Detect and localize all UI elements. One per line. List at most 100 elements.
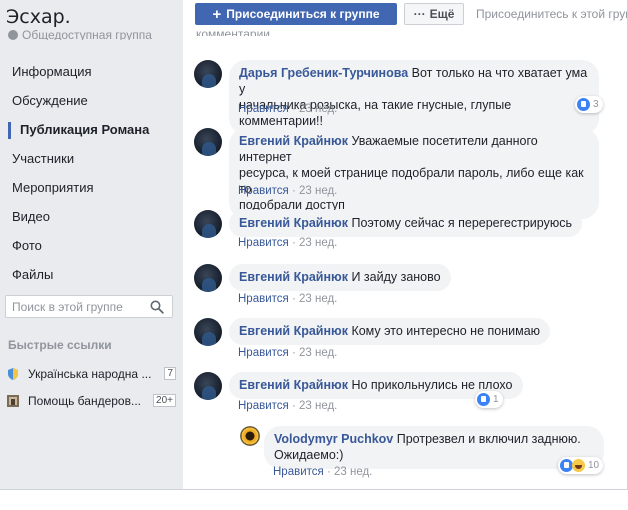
- quick-link-count: 7: [164, 367, 176, 380]
- avatar[interactable]: [194, 372, 222, 400]
- comment-time[interactable]: 23 нед.: [299, 237, 337, 249]
- reaction-number: 3: [593, 99, 599, 110]
- nav-item-label: Обсуждение: [12, 93, 88, 108]
- nav-item-photos[interactable]: Фото: [0, 234, 183, 262]
- comment-meta: Нравится · 23 нед.: [238, 237, 338, 249]
- nav-item-files[interactable]: Файлы: [0, 263, 183, 291]
- comment-meta: Нравится · 23 нед.: [238, 103, 338, 115]
- group-title[interactable]: Эсхар.: [6, 6, 71, 28]
- like-reaction-icon: [577, 98, 590, 111]
- truncated-text: комментарии: [196, 27, 270, 36]
- nav-item-label: Мероприятия: [12, 180, 94, 195]
- more-label: Ещё: [429, 7, 455, 21]
- comment-meta: Нравится · 23 нед.: [238, 347, 338, 359]
- avatar[interactable]: [194, 318, 222, 346]
- like-link[interactable]: Нравится: [238, 185, 289, 197]
- comment-time[interactable]: 23 нед.: [299, 293, 337, 305]
- comment-author[interactable]: Евгений Крайнюк: [239, 134, 348, 148]
- comment-time[interactable]: 23 нед.: [299, 103, 337, 115]
- comment-bubble: Евгений Крайнюк Кому это интересно не по…: [229, 318, 551, 345]
- comment-author[interactable]: Евгений Крайнюк: [239, 378, 348, 392]
- join-group-label: Присоединиться к группе: [226, 7, 380, 21]
- nav-item-info[interactable]: Информация: [0, 60, 183, 88]
- comment-text: Ожидаемо:): [274, 448, 344, 462]
- like-link[interactable]: Нравится: [273, 466, 324, 478]
- avatar[interactable]: [194, 210, 222, 238]
- comment-text: Поэтому сейчас я перерегестрируюсь: [351, 216, 572, 230]
- more-dots-icon: ···: [413, 7, 426, 21]
- nav-item-discussion[interactable]: Обсуждение: [0, 89, 183, 117]
- comment-text: Но прикольнулись не плохо: [351, 378, 513, 392]
- reaction-number: 1: [493, 394, 499, 405]
- comment-author[interactable]: Евгений Крайнюк: [239, 270, 348, 284]
- comment-text: Протрезвел и включил заднюю.: [396, 432, 581, 446]
- like-link[interactable]: Нравится: [238, 293, 289, 305]
- reaction-count[interactable]: 1: [475, 391, 503, 408]
- comment-time[interactable]: 23 нед.: [334, 466, 372, 478]
- active-indicator: [8, 122, 11, 139]
- group-nav: Информация Обсуждение Публикация Романа …: [0, 60, 183, 292]
- nav-item-label: Видео: [12, 209, 50, 224]
- comment-text: И зайду заново: [351, 270, 441, 284]
- reaction-count[interactable]: 10: [558, 457, 604, 474]
- quick-link-label: Українська народна ...: [28, 366, 152, 381]
- group-shield-icon: [8, 367, 18, 380]
- comment-bubble: Евгений Крайнюк Уважаемые посетители дан…: [229, 128, 599, 219]
- comment-author[interactable]: Дарья Гребеник-Турчинова: [239, 66, 408, 80]
- like-link[interactable]: Нравится: [238, 400, 289, 412]
- globe-icon: [8, 30, 18, 40]
- nav-item-members[interactable]: Участники: [0, 147, 183, 175]
- nav-item-video[interactable]: Видео: [0, 205, 183, 233]
- comment-text: Кому это интересно не понимаю: [351, 324, 541, 338]
- avatar[interactable]: [240, 426, 260, 446]
- reaction-count[interactable]: 3: [575, 96, 603, 113]
- more-button[interactable]: ··· Ещё: [404, 3, 464, 25]
- nav-item-events[interactable]: Мероприятия: [0, 176, 183, 204]
- like-link[interactable]: Нравится: [238, 237, 289, 249]
- comment-meta: Нравится · 23 нед.: [238, 293, 338, 305]
- nav-item-label: Публикация Романа: [20, 122, 150, 137]
- comment-meta: Нравится · 23 нед.: [238, 185, 338, 197]
- quick-link-item[interactable]: Українська народна ... 7: [6, 360, 176, 387]
- comment-meta: Нравится · 23 нед.: [238, 400, 338, 412]
- quick-link-item[interactable]: Помощь бандеров... 20+: [6, 387, 176, 414]
- avatar[interactable]: [194, 264, 222, 292]
- quick-link-count: 20+: [153, 394, 176, 407]
- avatar[interactable]: [194, 128, 222, 156]
- left-sidebar: Эсхар. Общедоступная группа Информация О…: [0, 0, 183, 489]
- search-icon[interactable]: [150, 300, 164, 314]
- nav-item-label: Участники: [12, 151, 75, 166]
- haha-reaction-icon: [572, 459, 585, 472]
- comment-time[interactable]: 23 нед.: [299, 400, 337, 412]
- nav-item-label: Информация: [12, 64, 92, 79]
- join-hint-text: Присоединитесь к этой группе: [476, 7, 627, 21]
- comment-bubble: Евгений Крайнюк И зайду заново: [229, 264, 451, 291]
- quick-links-list: Українська народна ... 7 Помощь бандеров…: [6, 360, 176, 414]
- like-link[interactable]: Нравится: [238, 347, 289, 359]
- comment-author[interactable]: Евгений Крайнюк: [239, 324, 348, 338]
- group-photo-icon: [7, 394, 19, 407]
- comment-author[interactable]: Евгений Крайнюк: [239, 216, 348, 230]
- nav-item-label: Фото: [12, 238, 42, 253]
- like-link[interactable]: Нравится: [238, 103, 289, 115]
- comment-bubble: Volodymyr Puchkov Протрезвел и включил з…: [264, 426, 604, 469]
- avatar[interactable]: [194, 60, 222, 88]
- page-frame: Эсхар. Общедоступная группа Информация О…: [0, 0, 628, 490]
- comment-time[interactable]: 23 нед.: [299, 347, 337, 359]
- group-search: [5, 295, 173, 318]
- nav-item-roman-publication[interactable]: Публикация Романа: [0, 118, 183, 146]
- comment-time[interactable]: 23 нед.: [299, 185, 337, 197]
- quick-link-label: Помощь бандеров...: [28, 393, 141, 408]
- comment-meta: Нравится · 23 нед.: [273, 466, 373, 478]
- comment-bubble: Евгений Крайнюк Поэтому сейчас я перерег…: [229, 210, 582, 237]
- group-type-text: Общедоступная группа: [22, 30, 152, 40]
- nav-item-label: Файлы: [12, 267, 54, 282]
- like-reaction-icon: [477, 393, 490, 406]
- comment-author[interactable]: Volodymyr Puchkov: [274, 432, 393, 446]
- quick-links-title: Быстрые ссылки: [8, 338, 112, 352]
- join-group-button[interactable]: + Присоединиться к группе: [195, 3, 397, 25]
- plus-icon: +: [212, 5, 222, 23]
- group-privacy-label: Общедоступная группа: [8, 30, 152, 40]
- group-search-input[interactable]: [12, 299, 152, 314]
- comment-bubble: Дарья Гребеник-Турчинова Вот только на ч…: [229, 60, 599, 135]
